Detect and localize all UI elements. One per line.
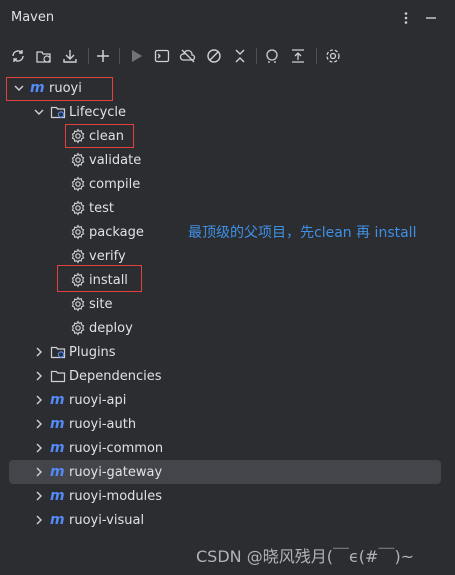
goal-label: compile	[89, 176, 141, 192]
tree-node-module[interactable]: m ruoyi-api	[32, 388, 126, 412]
dependencies-folder-icon	[50, 368, 66, 384]
toolbar-separator	[88, 48, 89, 64]
tree-node-label: ruoyi-common	[69, 440, 164, 456]
gear-icon	[70, 296, 86, 312]
tree-node-label: ruoyi-auth	[69, 416, 137, 432]
maven-toolbar	[0, 42, 455, 70]
settings-icon[interactable]	[323, 46, 343, 66]
highlight-box-clean	[65, 124, 134, 148]
maven-module-icon: m	[50, 464, 65, 480]
collapse-icon[interactable]	[230, 46, 250, 66]
goal-label: deploy	[89, 320, 133, 336]
window-title: Maven	[11, 10, 55, 25]
analyze-deps-icon[interactable]	[262, 46, 282, 66]
run-icon[interactable]	[126, 46, 146, 66]
gear-icon	[70, 152, 86, 168]
tree-node-dependencies[interactable]: Dependencies	[32, 364, 162, 388]
toolbar-separator	[316, 48, 317, 64]
tool-window-header: Maven	[0, 0, 455, 36]
tree-node-label: ruoyi-visual	[69, 512, 145, 528]
goal-label: site	[89, 296, 113, 312]
toolbar-separator	[119, 48, 120, 64]
highlight-box-install	[57, 265, 142, 292]
maven-module-icon: m	[50, 488, 65, 504]
lifecycle-folder-icon	[50, 104, 66, 120]
add-icon[interactable]	[93, 46, 113, 66]
gear-icon	[70, 320, 86, 336]
chevron-right-icon[interactable]	[32, 465, 46, 479]
goal-site[interactable]: site	[70, 292, 112, 316]
chevron-right-icon[interactable]	[32, 393, 46, 407]
tree-node-label: Dependencies	[69, 368, 162, 384]
maven-module-icon: m	[50, 440, 65, 456]
more-options-icon[interactable]	[396, 8, 416, 28]
maven-module-icon: m	[50, 416, 65, 432]
gear-icon	[70, 176, 86, 192]
tree-node-module[interactable]: m ruoyi-visual	[32, 508, 144, 532]
tree-node-module[interactable]: m ruoyi-auth	[32, 412, 136, 436]
tree-node-label: Plugins	[69, 344, 116, 360]
minimize-icon[interactable]	[421, 8, 441, 28]
goal-deploy[interactable]: deploy	[70, 316, 133, 340]
tree-node-lifecycle[interactable]: Lifecycle	[32, 100, 126, 124]
chevron-right-icon[interactable]	[32, 345, 46, 359]
tree-node-label: ruoyi-modules	[69, 488, 163, 504]
tree-node-module-selected[interactable]: m ruoyi-gateway	[9, 460, 441, 484]
goal-test[interactable]: test	[70, 196, 114, 220]
offline-icon[interactable]	[178, 46, 198, 66]
tree-node-module[interactable]: m ruoyi-common	[32, 436, 163, 460]
goal-package[interactable]: package	[70, 220, 144, 244]
goal-label: validate	[89, 152, 142, 168]
goal-validate[interactable]: validate	[70, 148, 141, 172]
goal-compile[interactable]: compile	[70, 172, 140, 196]
chevron-right-icon[interactable]	[32, 417, 46, 431]
annotation-text: 最顶级的父项目，先clean 再 install	[188, 225, 417, 241]
tree-node-plugins[interactable]: Plugins	[32, 340, 116, 364]
maven-module-icon: m	[50, 512, 65, 528]
reload-icon[interactable]	[8, 46, 28, 66]
gear-icon	[70, 224, 86, 240]
highlight-box-root	[6, 77, 113, 101]
gear-icon	[70, 248, 86, 264]
goal-label: test	[89, 200, 114, 216]
toolbar-separator	[256, 48, 257, 64]
chevron-right-icon[interactable]	[32, 513, 46, 527]
tree-node-label: ruoyi-gateway	[69, 464, 163, 480]
plugins-folder-icon	[50, 344, 66, 360]
goal-label: verify	[89, 248, 126, 264]
show-deps-icon[interactable]	[288, 46, 308, 66]
goal-label: package	[89, 224, 144, 240]
gear-icon	[70, 200, 86, 216]
maven-module-icon: m	[50, 392, 65, 408]
download-icon[interactable]	[60, 46, 80, 66]
tree-node-module[interactable]: m ruoyi-modules	[32, 484, 162, 508]
chevron-right-icon[interactable]	[32, 441, 46, 455]
chevron-down-icon[interactable]	[32, 105, 46, 119]
tree-node-label: Lifecycle	[69, 104, 127, 120]
generate-sources-icon[interactable]	[34, 46, 54, 66]
chevron-right-icon[interactable]	[32, 489, 46, 503]
watermark: CSDN @晓风残月(￣ϵ(#￣)~	[196, 547, 415, 566]
execute-goal-icon[interactable]	[152, 46, 172, 66]
skip-tests-icon[interactable]	[204, 46, 224, 66]
chevron-right-icon[interactable]	[32, 369, 46, 383]
tree-node-label: ruoyi-api	[69, 392, 127, 408]
